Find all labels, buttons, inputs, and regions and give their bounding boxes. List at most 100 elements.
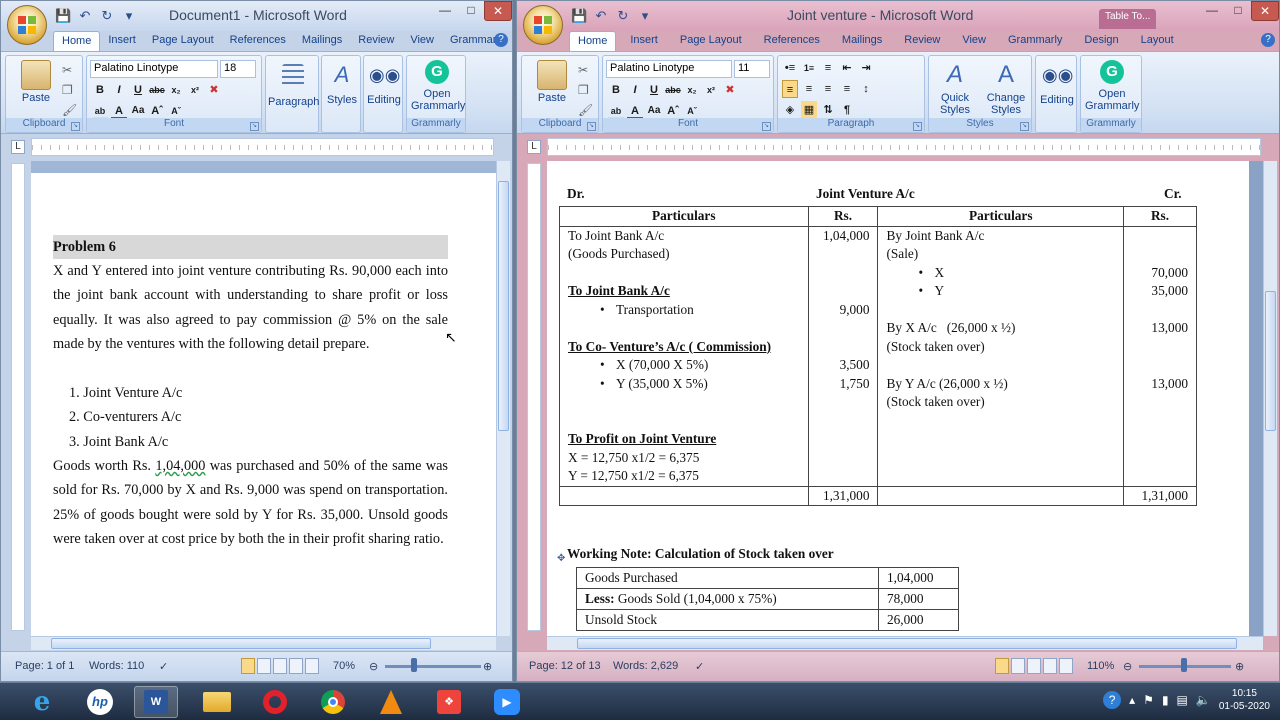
tab-insert[interactable]: Insert [100,31,144,51]
horizontal-scrollbar[interactable] [31,636,496,650]
tab-selector-icon[interactable]: L [11,140,25,154]
zoom-out-icon[interactable]: ⊖ [369,660,378,673]
full-screen-reading-icon[interactable] [1011,658,1025,674]
vertical-scrollbar[interactable] [496,161,510,636]
wn-value-cell[interactable]: 78,000 [878,588,959,610]
outline-icon[interactable] [1043,658,1057,674]
wn-label-cell[interactable]: Less: Goods Sold (1,04,000 x 75%) [576,588,879,610]
help-tray-icon[interactable]: ? [1103,691,1122,709]
draft-icon[interactable] [305,658,319,674]
tab-grammarly[interactable]: Grammarly [1000,31,1070,51]
bold-icon[interactable]: B [608,81,624,99]
superscript-icon[interactable]: x² [187,81,203,99]
zoom-out-icon[interactable]: ⊖ [1123,660,1132,673]
tab-review[interactable]: Review [896,31,948,51]
increase-indent-icon[interactable]: ⇥ [858,59,874,77]
full-screen-reading-icon[interactable] [257,658,271,674]
page-indicator[interactable]: Page: 12 of 13 [529,660,601,672]
proofing-icon[interactable]: ✓ [695,660,704,673]
open-grammarly-button[interactable]: G Open Grammarly [407,60,467,112]
subscript-icon[interactable]: x₂ [684,81,700,99]
font-size-box[interactable]: 11 [734,60,770,78]
font-name-box[interactable]: Palatino Linotype [90,60,218,78]
web-layout-icon[interactable] [273,658,287,674]
styles-button[interactable]: A Styles [322,60,362,106]
underline-icon[interactable]: U [130,81,146,99]
close-button[interactable]: ✕ [1251,1,1279,21]
tab-mailings[interactable]: Mailings [834,31,890,51]
tab-references[interactable]: References [756,31,828,51]
paste-button[interactable]: Paste [530,60,574,104]
undo-icon[interactable]: ↶ [593,8,609,24]
font-size-box[interactable]: 18 [220,60,256,78]
scroll-thumb[interactable] [498,181,509,431]
zoom-slider-knob[interactable] [1181,658,1187,672]
debit-total[interactable]: 1,31,000 [807,485,879,506]
table-tools-tab[interactable]: Table To... [1099,9,1157,29]
shading-icon[interactable]: ◈ [782,101,798,119]
copy-icon[interactable]: ❐ [62,80,77,100]
align-center-icon[interactable]: ≡ [801,80,817,98]
tab-home[interactable]: Home [569,31,617,51]
strikethrough-icon[interactable]: abc [665,81,681,99]
bold-icon[interactable]: B [92,81,108,99]
clear-formatting-icon[interactable]: ✖ [206,81,222,99]
office-button[interactable] [523,5,563,45]
page-indicator[interactable]: Page: 1 of 1 [15,660,74,672]
zoom-in-icon[interactable]: ⊕ [1235,660,1244,673]
volume-icon[interactable]: 🔈 [1196,693,1211,707]
horizontal-ruler[interactable] [547,138,1261,156]
word-count[interactable]: Words: 110 [89,660,144,672]
tab-insert[interactable]: Insert [622,31,666,51]
copy-icon[interactable]: ❐ [578,80,593,100]
sort-icon[interactable]: ⇅ [820,101,836,119]
zoom-in-icon[interactable]: ⊕ [483,660,492,673]
help-icon[interactable]: ? [1261,33,1275,47]
redo-icon[interactable]: ↻ [99,8,115,24]
borders-icon[interactable]: ▦ [801,101,817,119]
save-icon[interactable]: 💾 [571,8,587,24]
tab-page-layout[interactable]: Page Layout [672,31,750,51]
undo-icon[interactable]: ↶ [77,8,93,24]
horizontal-ruler[interactable] [31,138,494,156]
proofing-icon[interactable]: ✓ [159,660,168,673]
format-painter-icon[interactable]: 🖌 [62,100,77,120]
word-icon[interactable]: W [134,686,178,718]
credit-particulars-cell[interactable]: By Joint Bank A/c (Sale) X Y By X A/c (2… [877,225,1125,487]
tab-view[interactable]: View [954,31,994,51]
hscroll-thumb[interactable] [51,638,431,649]
network-icon[interactable]: ▤ [1177,693,1188,707]
document-page[interactable]: Dr. Joint Venture A/c Cr. Particulars Rs… [547,161,1249,636]
subscript-icon[interactable]: x₂ [168,81,184,99]
tab-page-layout[interactable]: Page Layout [144,31,222,51]
hp-icon[interactable]: hp [78,686,122,718]
opera-icon[interactable] [253,686,297,718]
zoom-level[interactable]: 70% [333,660,355,672]
hscroll-thumb[interactable] [577,638,1237,649]
file-explorer-icon[interactable] [195,686,239,718]
tab-home[interactable]: Home [53,31,101,51]
outline-icon[interactable] [289,658,303,674]
vertical-scrollbar[interactable] [1263,161,1277,636]
superscript-icon[interactable]: x² [703,81,719,99]
decrease-indent-icon[interactable]: ⇤ [839,59,855,77]
paste-button[interactable]: Paste [14,60,58,104]
open-grammarly-button[interactable]: G Open Grammarly [1081,60,1143,112]
vlc-icon[interactable] [369,686,413,718]
customize-qat-icon[interactable]: ▾ [637,8,653,24]
help-icon[interactable]: ? [494,33,508,47]
anydesk-icon[interactable]: ❖ [427,686,471,718]
clock[interactable]: 10:15 01-05-2020 [1219,687,1270,713]
font-launcher-icon[interactable]: ↘ [250,122,259,131]
zoom-icon[interactable]: ▶ [485,686,529,718]
editing-button[interactable]: ◉◉ Editing [1036,60,1078,106]
align-left-icon[interactable]: ≡ [782,80,798,98]
zoom-slider[interactable] [385,665,481,668]
word-count[interactable]: Words: 2,629 [613,660,678,672]
print-layout-icon[interactable] [241,658,255,674]
scroll-thumb[interactable] [1265,291,1276,431]
redo-icon[interactable]: ↻ [615,8,631,24]
minimize-button[interactable]: — [432,1,458,21]
cut-icon[interactable]: ✂ [62,60,77,80]
font-name-box[interactable]: Palatino Linotype [606,60,732,78]
